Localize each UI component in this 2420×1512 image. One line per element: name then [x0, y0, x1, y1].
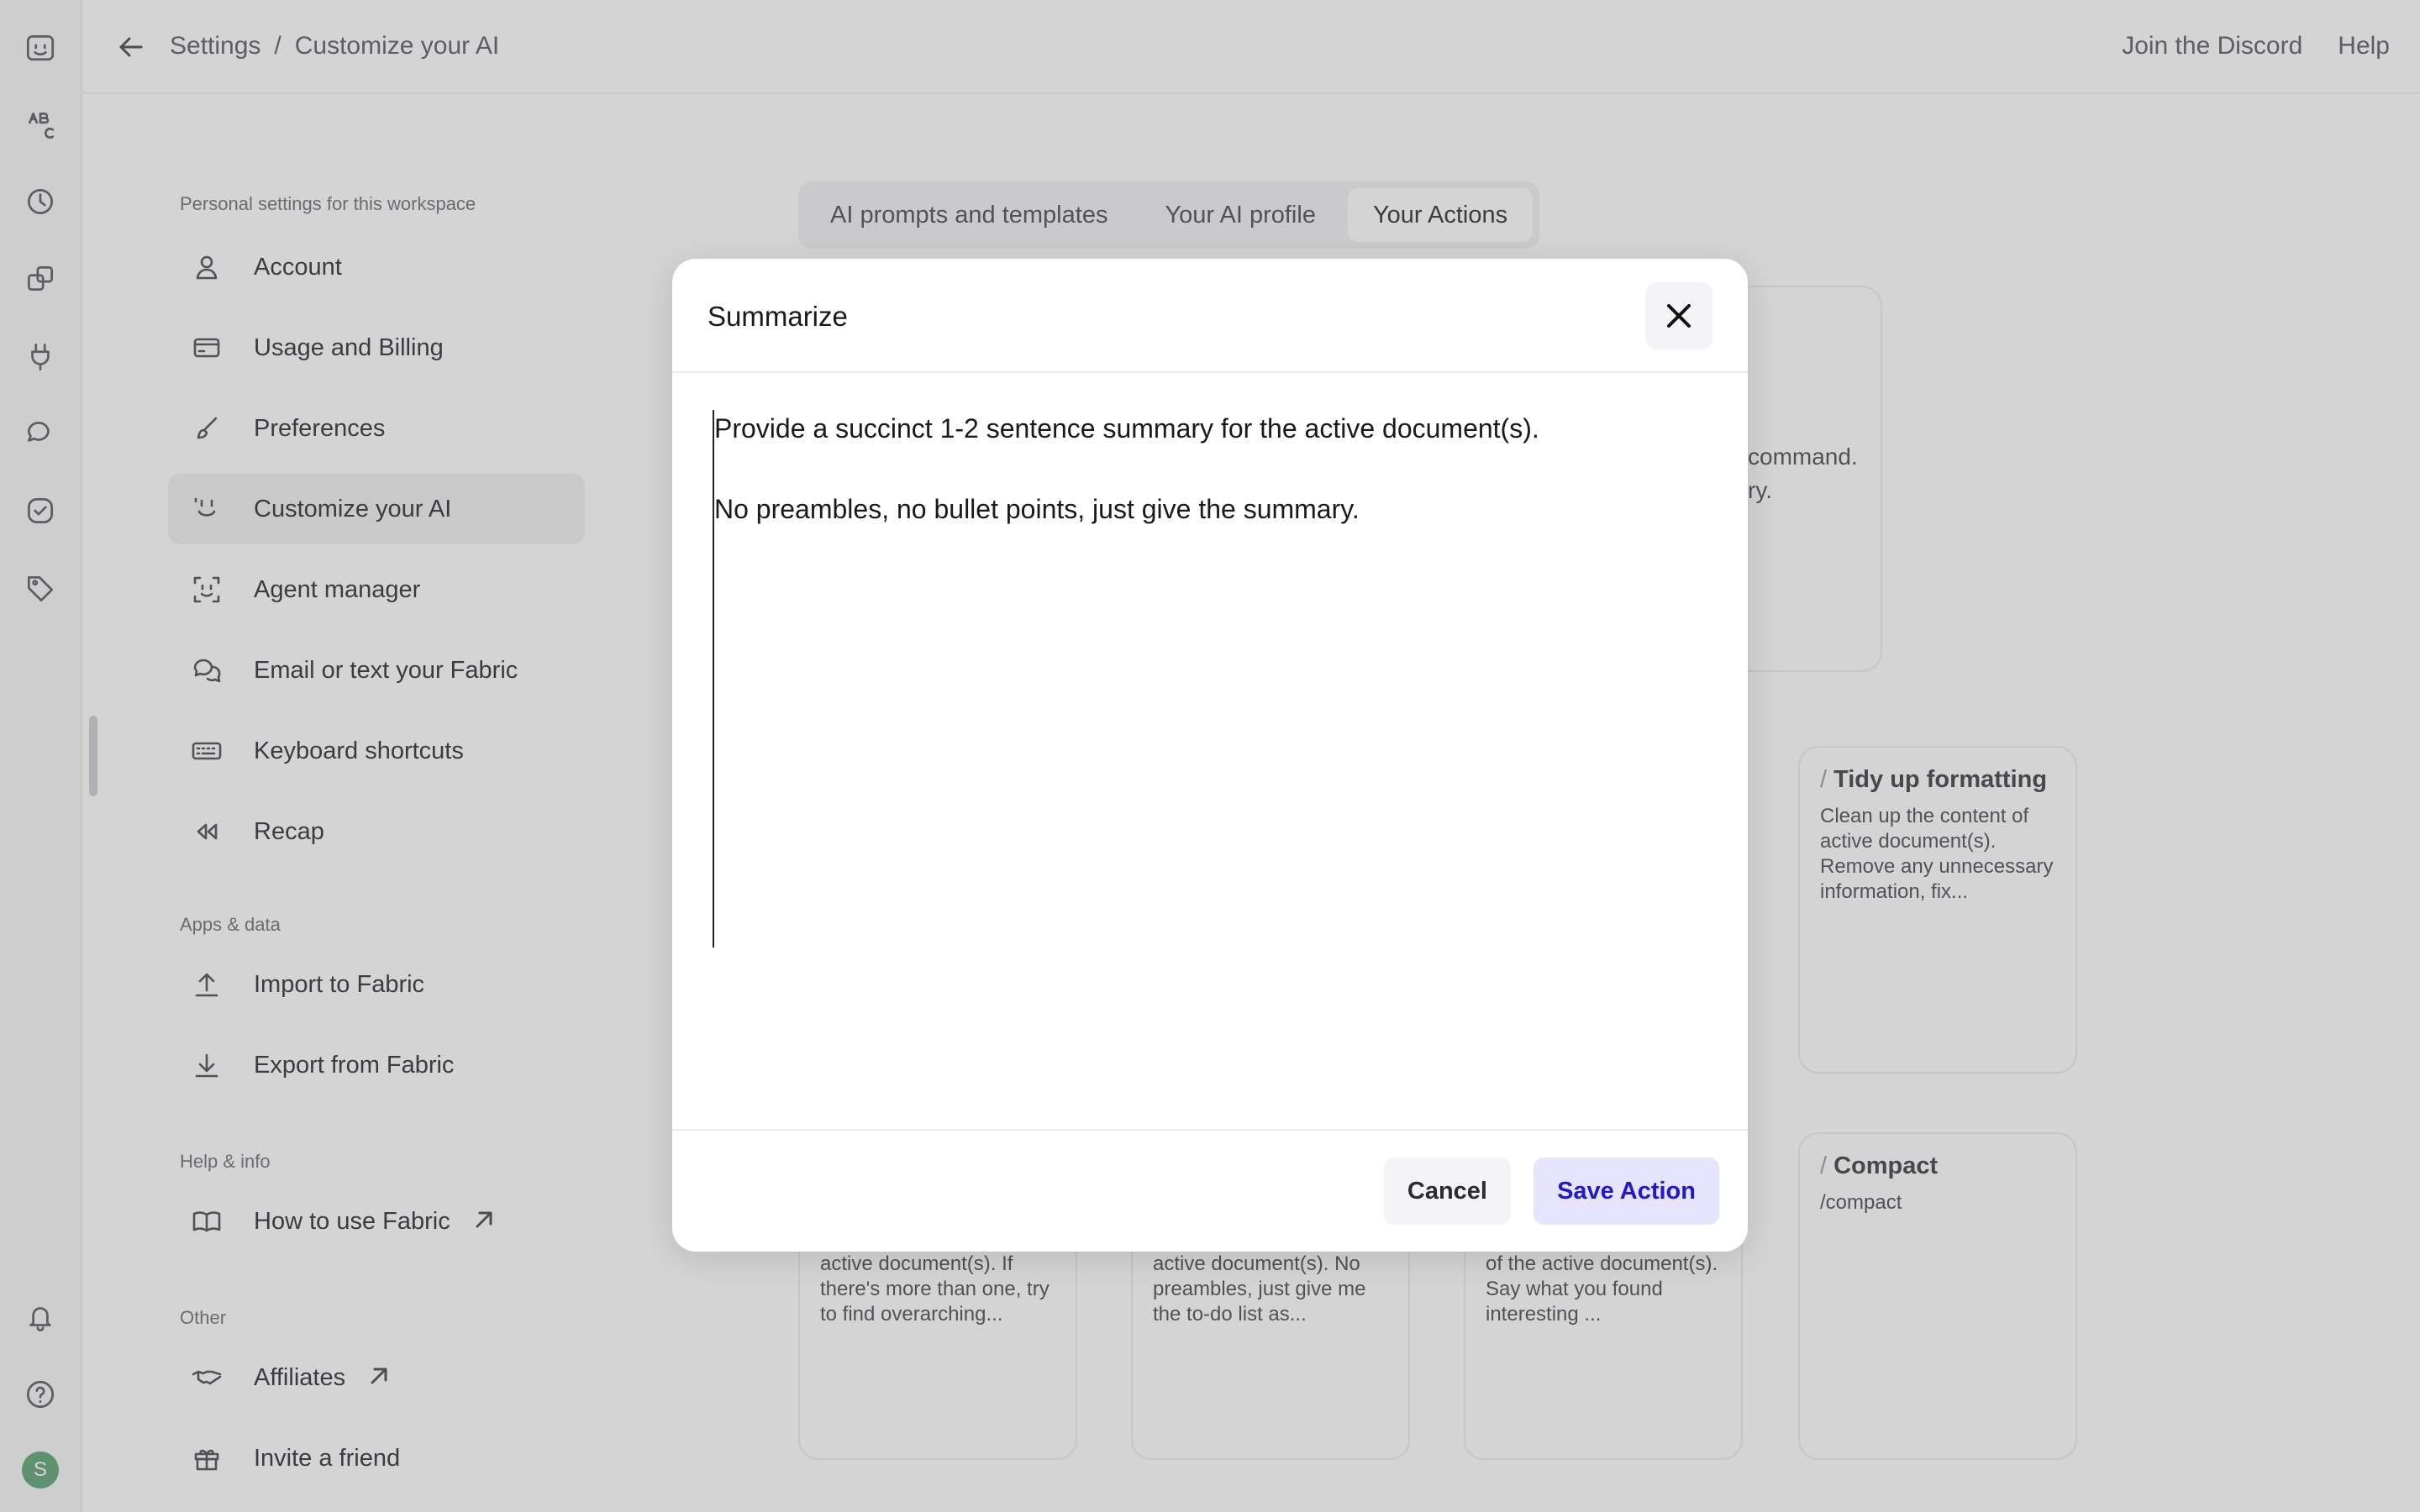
modal-header: Summarize [672, 259, 1748, 373]
close-button[interactable] [1645, 282, 1712, 349]
edit-action-modal: Summarize Provide a succinct 1-2 sentenc… [672, 259, 1748, 1252]
prompt-line-1: Provide a succinct 1-2 sentence summary … [714, 413, 1539, 444]
action-prompt-editor[interactable]: Provide a succinct 1-2 sentence summary … [713, 410, 1707, 948]
modal-footer: Cancel Save Action [672, 1129, 1748, 1252]
cancel-button[interactable]: Cancel [1383, 1158, 1511, 1225]
save-action-button[interactable]: Save Action [1534, 1158, 1719, 1225]
app-root: S Settings / Customize your AI Join the … [0, 0, 2420, 1512]
modal-title: Summarize [708, 301, 848, 332]
prompt-line-2: No preambles, no bullet points, just giv… [714, 494, 1360, 524]
close-icon [1667, 304, 1691, 328]
